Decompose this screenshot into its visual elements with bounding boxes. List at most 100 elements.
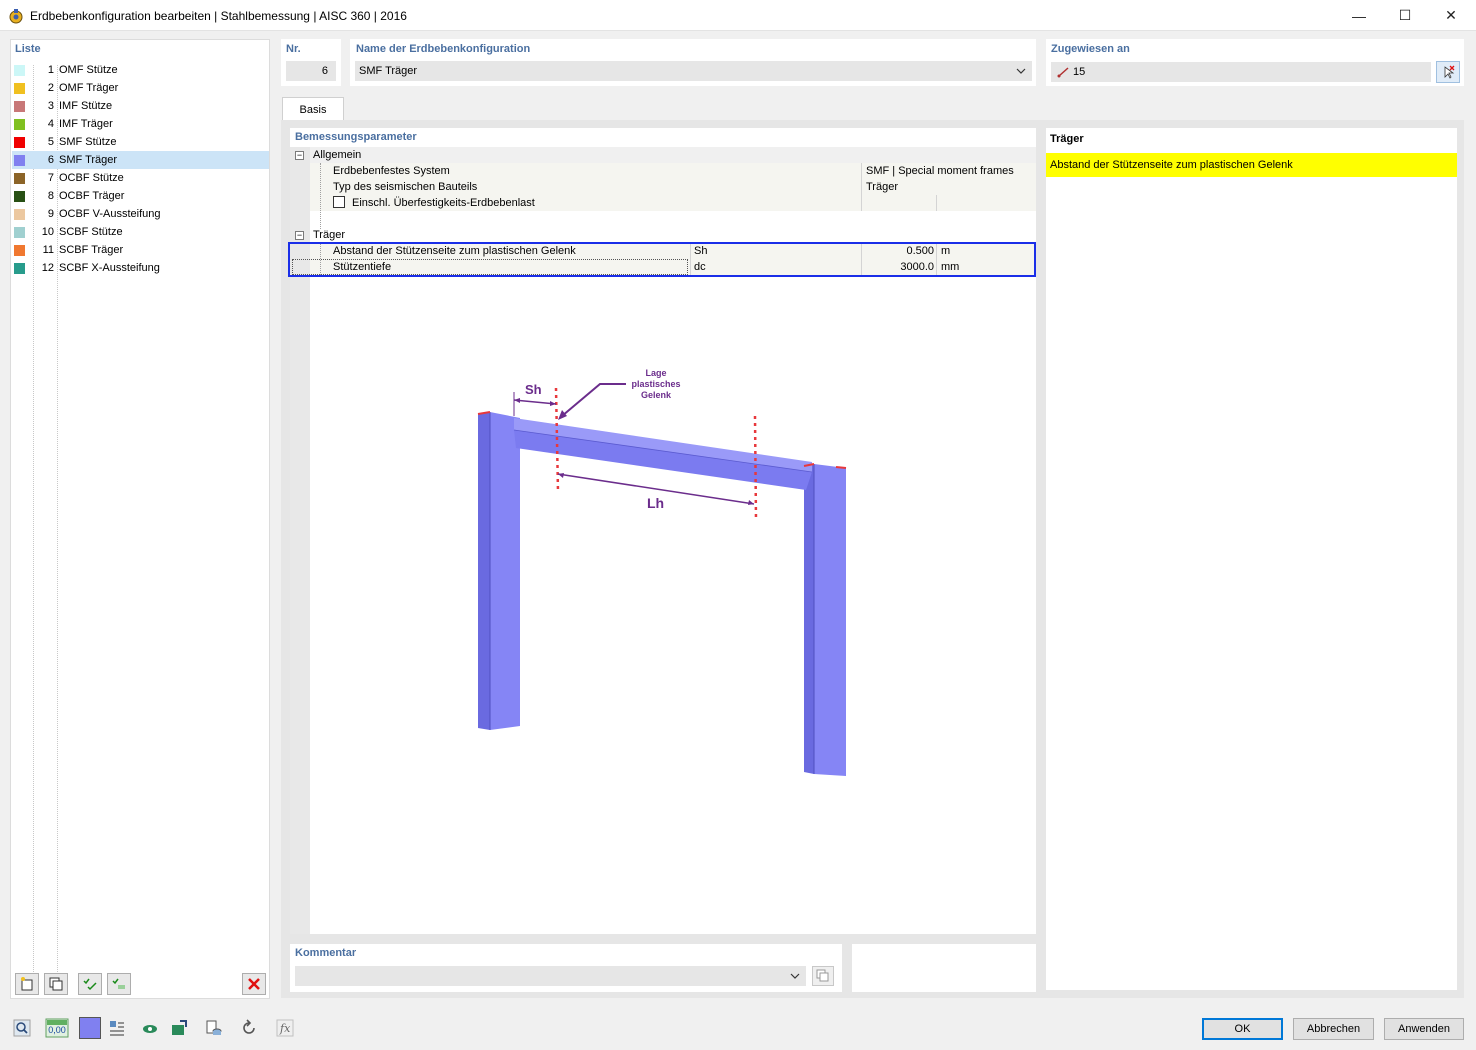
maximize-button[interactable]: ☐: [1382, 0, 1428, 31]
new-item-button[interactable]: [15, 973, 39, 995]
minimize-button[interactable]: —: [1336, 0, 1382, 31]
delete-icon: [248, 978, 260, 990]
color-swatch: [14, 208, 25, 220]
color-swatch: [14, 64, 25, 76]
overstrength-checkbox[interactable]: [333, 196, 345, 208]
row-value-member-type[interactable]: Träger: [866, 179, 898, 195]
list-item-number: 6: [47, 154, 54, 166]
params-section-label: Bemessungsparameter: [295, 131, 417, 143]
assigned-label: Zugewiesen an: [1051, 43, 1130, 55]
new-item-icon: [21, 977, 33, 991]
check-all-icon: [83, 978, 97, 991]
list-item-name: OCBF V-Aussteifung: [59, 208, 161, 220]
delete-item-button[interactable]: [242, 973, 266, 995]
info-panel: Träger Abstand der Stützenseite zum plas…: [1046, 128, 1457, 990]
list-item[interactable]: 1 OMF Stütze: [12, 61, 269, 79]
ok-button[interactable]: OK: [1202, 1018, 1283, 1040]
database-icon: [206, 1020, 222, 1035]
sh-label: Sh: [525, 382, 542, 397]
list-item-name: IMF Träger: [59, 118, 113, 130]
name-panel: Name der Erdbebenkonfiguration SMF Träge…: [350, 39, 1036, 86]
list-item-number: 11: [42, 244, 54, 256]
traeger-rows-highlight: [288, 242, 1036, 277]
list-item-name: SCBF Stütze: [59, 226, 123, 238]
settings-model-button[interactable]: [167, 1017, 191, 1039]
color-swatch: [14, 136, 25, 148]
sh-dimension-line: [513, 399, 557, 405]
list-item-name: OCBF Träger: [59, 190, 125, 202]
maximize-icon: ☐: [1398, 7, 1412, 23]
search-button[interactable]: [10, 1017, 34, 1039]
list-item[interactable]: 4 IMF Träger: [12, 115, 269, 133]
info-highlight: Abstand der Stützenseite zum plastischen…: [1046, 153, 1457, 177]
refresh-icon: [243, 1019, 255, 1034]
nr-value: 6: [321, 65, 328, 77]
member-icon: [1057, 67, 1069, 78]
list-item[interactable]: 11 SCBF Träger: [12, 241, 269, 259]
list-item-name: SMF Träger: [59, 154, 118, 166]
group-label-allgemein: Allgemein: [313, 149, 362, 161]
list-item[interactable]: 2 OMF Träger: [12, 79, 269, 97]
color-button[interactable]: [78, 1017, 102, 1039]
list-item-number: 12: [41, 262, 54, 274]
list-item[interactable]: 7 OCBF Stütze: [12, 169, 269, 187]
annotation-line-2: plastisches: [631, 379, 680, 389]
color-swatch: [14, 190, 25, 202]
list-item[interactable]: 10 SCBF Stütze: [12, 223, 269, 241]
copy-icon: [49, 977, 63, 991]
annotation-line-3: Gelenk: [641, 390, 672, 400]
chevron-down-icon: [790, 973, 800, 979]
export-button[interactable]: [202, 1017, 226, 1039]
nr-panel: Nr. 6: [281, 39, 341, 86]
list-item[interactable]: 9 OCBF V-Aussteifung: [12, 205, 269, 223]
pick-cursor-icon: [1444, 65, 1455, 79]
reset-button[interactable]: [237, 1017, 261, 1039]
comment-dropdown[interactable]: [295, 966, 806, 986]
column-divider: [936, 195, 937, 211]
formula-button[interactable]: fx: [273, 1017, 297, 1039]
collapse-traeger-button[interactable]: −: [295, 231, 304, 240]
color-swatch: [14, 226, 25, 238]
tab-basis-label: Basis: [299, 103, 327, 116]
check-all-button[interactable]: [78, 973, 102, 995]
apply-button[interactable]: Anwenden: [1384, 1018, 1464, 1040]
close-button[interactable]: ✕: [1428, 0, 1474, 31]
row-label-overstrength: Einschl. Überfestigkeits-Erdbebenlast: [352, 197, 535, 209]
annotation-line-1: Lage: [645, 368, 666, 378]
color-swatch: [14, 154, 25, 166]
row-label-system: Erdbebenfestes System: [333, 165, 450, 177]
minimize-icon: —: [1352, 7, 1366, 24]
color-swatch: [14, 118, 25, 130]
collapse-allgemein-button[interactable]: −: [295, 151, 304, 160]
title-bar: Erdbebenkonfiguration bearbeiten | Stahl…: [0, 0, 1476, 31]
pick-objects-button[interactable]: [1436, 61, 1460, 83]
list-item[interactable]: 5 SMF Stütze: [12, 133, 269, 151]
list-item-number: 8: [47, 190, 54, 202]
uncheck-button[interactable]: [107, 973, 131, 995]
row-value-system[interactable]: SMF | Special moment frames: [866, 163, 1014, 179]
cancel-button[interactable]: Abbrechen: [1293, 1018, 1374, 1040]
list-item[interactable]: 8 OCBF Träger: [12, 187, 269, 205]
chevron-down-icon: [1016, 68, 1026, 74]
units-button[interactable]: 0,00: [45, 1017, 69, 1039]
comment-copy-button[interactable]: [812, 966, 834, 986]
name-dropdown[interactable]: SMF Träger: [355, 61, 1032, 81]
table-view-button[interactable]: [105, 1017, 129, 1039]
tab-basis[interactable]: Basis: [282, 97, 344, 121]
group-header-allgemein: [310, 147, 1036, 163]
list-item[interactable]: 6 SMF Träger: [12, 151, 269, 169]
table-icon: [110, 1021, 124, 1036]
color-swatch: [14, 100, 25, 112]
color-swatch: [14, 172, 25, 184]
list-item-name: OCBF Stütze: [59, 172, 124, 184]
units-text: 0,00: [48, 1025, 66, 1035]
list-item[interactable]: 12 SCBF X-Aussteifung: [12, 259, 269, 277]
view-model-button[interactable]: [138, 1017, 162, 1039]
list-item-name: OMF Stütze: [59, 64, 118, 76]
copy-item-button[interactable]: [44, 973, 68, 995]
app-icon: [9, 9, 23, 24]
color-swatch: [14, 262, 25, 274]
list-item[interactable]: 3 IMF Stütze: [12, 97, 269, 115]
left-column-side: [478, 412, 490, 730]
model-settings-icon: [172, 1020, 187, 1035]
